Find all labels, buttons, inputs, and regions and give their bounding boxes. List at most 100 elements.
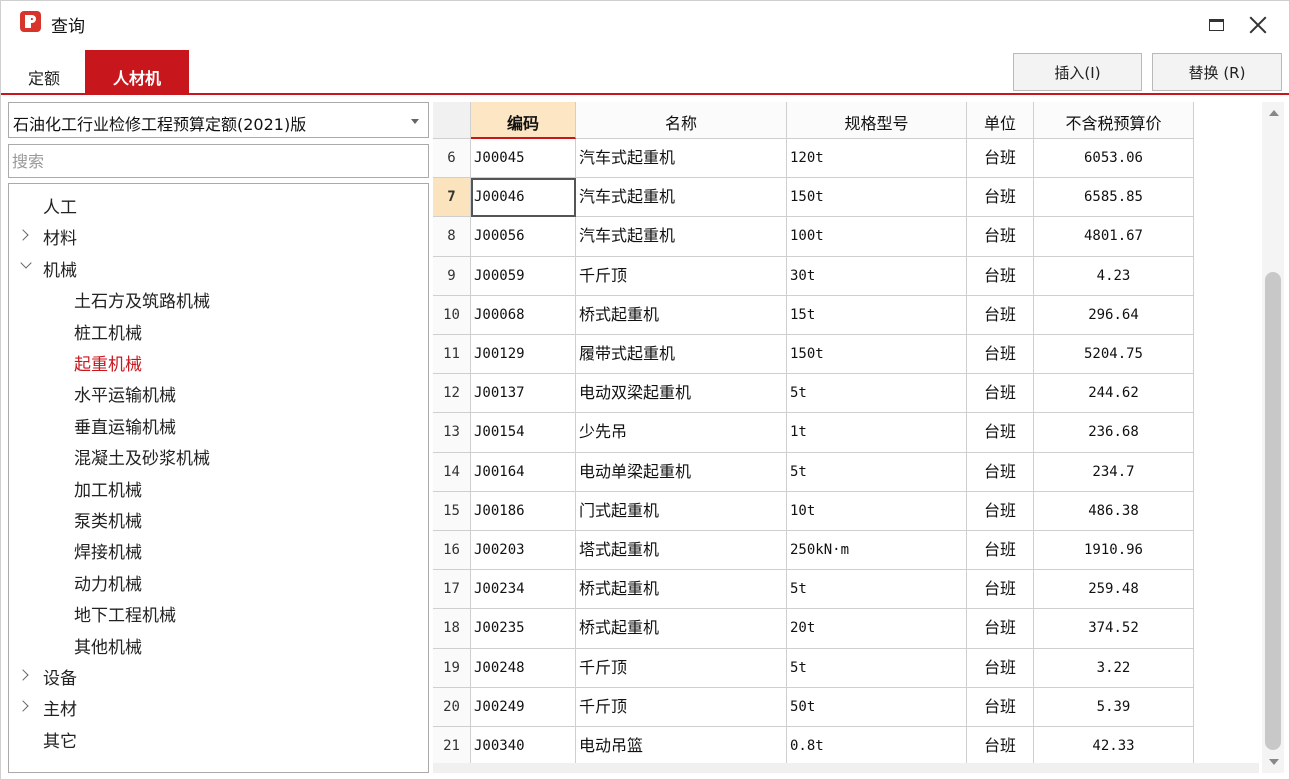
cell-code[interactable]: J00164 [471, 452, 576, 492]
tree-item[interactable]: 焊接机械 [9, 537, 424, 563]
cell-spec[interactable]: 15t [787, 295, 967, 335]
chevron-right-icon[interactable] [17, 700, 29, 713]
cell-unit[interactable]: 台班 [967, 295, 1034, 335]
table-row[interactable]: 16 J00203 塔式起重机 250kN·m 台班 1910.96 [433, 531, 1194, 571]
tree-item[interactable]: 垂直运输机械 [9, 412, 424, 438]
tab-labor-material-machine[interactable]: 人材机 [85, 50, 189, 95]
replace-button[interactable]: 替换 (R) [1152, 53, 1282, 91]
scroll-down-icon[interactable] [1269, 759, 1279, 765]
table-row[interactable]: 6 J00045 汽车式起重机 120t 台班 6053.06 [433, 139, 1194, 179]
table-row[interactable]: 20 J00249 千斤顶 50t 台班 5.39 [433, 687, 1194, 727]
chevron-right-icon[interactable] [17, 669, 29, 681]
tree-item[interactable]: 主材 [9, 694, 424, 720]
tree-item[interactable]: 加工机械 [9, 475, 424, 501]
cell-code[interactable]: J00249 [471, 687, 576, 727]
cell-price[interactable]: 4.23 [1034, 256, 1194, 296]
maximize-button[interactable] [1203, 11, 1231, 39]
cell-code[interactable]: J00068 [471, 295, 576, 335]
tree-item[interactable]: 机械 [9, 255, 424, 281]
cell-unit[interactable]: 台班 [967, 531, 1034, 571]
table-row[interactable]: 13 J00154 少先吊 1t 台班 236.68 [433, 413, 1194, 453]
cell-price[interactable]: 234.7 [1034, 452, 1194, 492]
cell-name[interactable]: 塔式起重机 [576, 531, 787, 571]
scrollbar-thumb[interactable] [1265, 272, 1281, 750]
table-row[interactable]: 9 J00059 千斤顶 30t 台班 4.23 [433, 256, 1194, 296]
cell-spec[interactable]: 120t [787, 139, 967, 179]
cell-spec[interactable]: 5t [787, 452, 967, 492]
table-row[interactable]: 10 J00068 桥式起重机 15t 台班 296.64 [433, 295, 1194, 335]
cell-price[interactable]: 5204.75 [1034, 335, 1194, 375]
cell-name[interactable]: 桥式起重机 [576, 295, 787, 335]
cell-name[interactable]: 桥式起重机 [576, 570, 787, 610]
cell-price[interactable]: 4801.67 [1034, 217, 1194, 257]
table-row[interactable]: 19 J00248 千斤顶 5t 台班 3.22 [433, 648, 1194, 688]
tree-item[interactable]: 动力机械 [9, 569, 424, 595]
cell-unit[interactable]: 台班 [967, 648, 1034, 688]
code-column-header[interactable]: 编码 [471, 102, 576, 139]
cell-spec[interactable]: 10t [787, 491, 967, 531]
tree-item[interactable]: 混凝土及砂浆机械 [9, 443, 424, 469]
tree-item[interactable]: 水平运输机械 [9, 380, 424, 406]
search-input[interactable] [8, 144, 429, 178]
cell-name[interactable]: 千斤顶 [576, 256, 787, 296]
tree-item[interactable]: 人工 [9, 192, 424, 218]
cell-spec[interactable]: 20t [787, 609, 967, 649]
unit-column-header[interactable]: 单位 [967, 102, 1034, 139]
cell-unit[interactable]: 台班 [967, 727, 1034, 767]
cell-unit[interactable]: 台班 [967, 139, 1034, 179]
chevron-down-icon[interactable] [20, 257, 32, 269]
cell-unit[interactable]: 台班 [967, 217, 1034, 257]
cell-spec[interactable]: 5t [787, 648, 967, 688]
cell-price[interactable]: 42.33 [1034, 727, 1194, 767]
table-row[interactable]: 18 J00235 桥式起重机 20t 台班 374.52 [433, 609, 1194, 649]
insert-button[interactable]: 插入(I) [1013, 53, 1142, 91]
cell-name[interactable]: 千斤顶 [576, 648, 787, 688]
cell-price[interactable]: 296.64 [1034, 295, 1194, 335]
cell-spec[interactable]: 250kN·m [787, 531, 967, 571]
cell-code[interactable]: J00203 [471, 531, 576, 571]
cell-spec[interactable]: 150t [787, 178, 967, 218]
cell-spec[interactable]: 30t [787, 256, 967, 296]
tree-item[interactable]: 桩工机械 [9, 318, 424, 344]
cell-code[interactable]: J00045 [471, 139, 576, 179]
cell-price[interactable]: 6585.85 [1034, 178, 1194, 218]
table-row[interactable]: 12 J00137 电动双梁起重机 5t 台班 244.62 [433, 374, 1194, 414]
cell-name[interactable]: 履带式起重机 [576, 335, 787, 375]
cell-unit[interactable]: 台班 [967, 452, 1034, 492]
tree-item[interactable]: 土石方及筑路机械 [9, 286, 424, 312]
cell-spec[interactable]: 100t [787, 217, 967, 257]
table-row[interactable]: 17 J00234 桥式起重机 5t 台班 259.48 [433, 570, 1194, 610]
cell-price[interactable]: 259.48 [1034, 570, 1194, 610]
name-column-header[interactable]: 名称 [576, 102, 787, 139]
spec-column-header[interactable]: 规格型号 [787, 102, 967, 139]
cell-name[interactable]: 汽车式起重机 [576, 139, 787, 179]
close-button[interactable] [1244, 11, 1272, 39]
quota-library-select[interactable]: 石油化工行业检修工程预算定额(2021)版 [8, 102, 429, 138]
cell-price[interactable]: 5.39 [1034, 687, 1194, 727]
cell-name[interactable]: 电动双梁起重机 [576, 374, 787, 414]
cell-spec[interactable]: 1t [787, 413, 967, 453]
cell-code[interactable]: J00137 [471, 374, 576, 414]
cell-code[interactable]: J00154 [471, 413, 576, 453]
vertical-scrollbar[interactable] [1262, 102, 1284, 773]
cell-unit[interactable]: 台班 [967, 256, 1034, 296]
table-row[interactable]: 15 J00186 门式起重机 10t 台班 486.38 [433, 491, 1194, 531]
tree-item[interactable]: 起重机械 [9, 349, 424, 375]
cell-code[interactable]: J00235 [471, 609, 576, 649]
tree-item[interactable]: 地下工程机械 [9, 600, 424, 626]
cell-unit[interactable]: 台班 [967, 687, 1034, 727]
cell-name[interactable]: 汽车式起重机 [576, 217, 787, 257]
cell-code[interactable]: J00046 [471, 178, 576, 218]
cell-code[interactable]: J00340 [471, 727, 576, 767]
table-row[interactable]: 14 J00164 电动单梁起重机 5t 台班 234.7 [433, 452, 1194, 492]
cell-price[interactable]: 6053.06 [1034, 139, 1194, 179]
cell-spec[interactable]: 5t [787, 570, 967, 610]
cell-unit[interactable]: 台班 [967, 570, 1034, 610]
cell-code[interactable]: J00234 [471, 570, 576, 610]
cell-price[interactable]: 374.52 [1034, 609, 1194, 649]
cell-unit[interactable]: 台班 [967, 335, 1034, 375]
cell-spec[interactable]: 5t [787, 374, 967, 414]
tree-item[interactable]: 设备 [9, 663, 424, 689]
cell-code[interactable]: J00129 [471, 335, 576, 375]
cell-price[interactable]: 236.68 [1034, 413, 1194, 453]
